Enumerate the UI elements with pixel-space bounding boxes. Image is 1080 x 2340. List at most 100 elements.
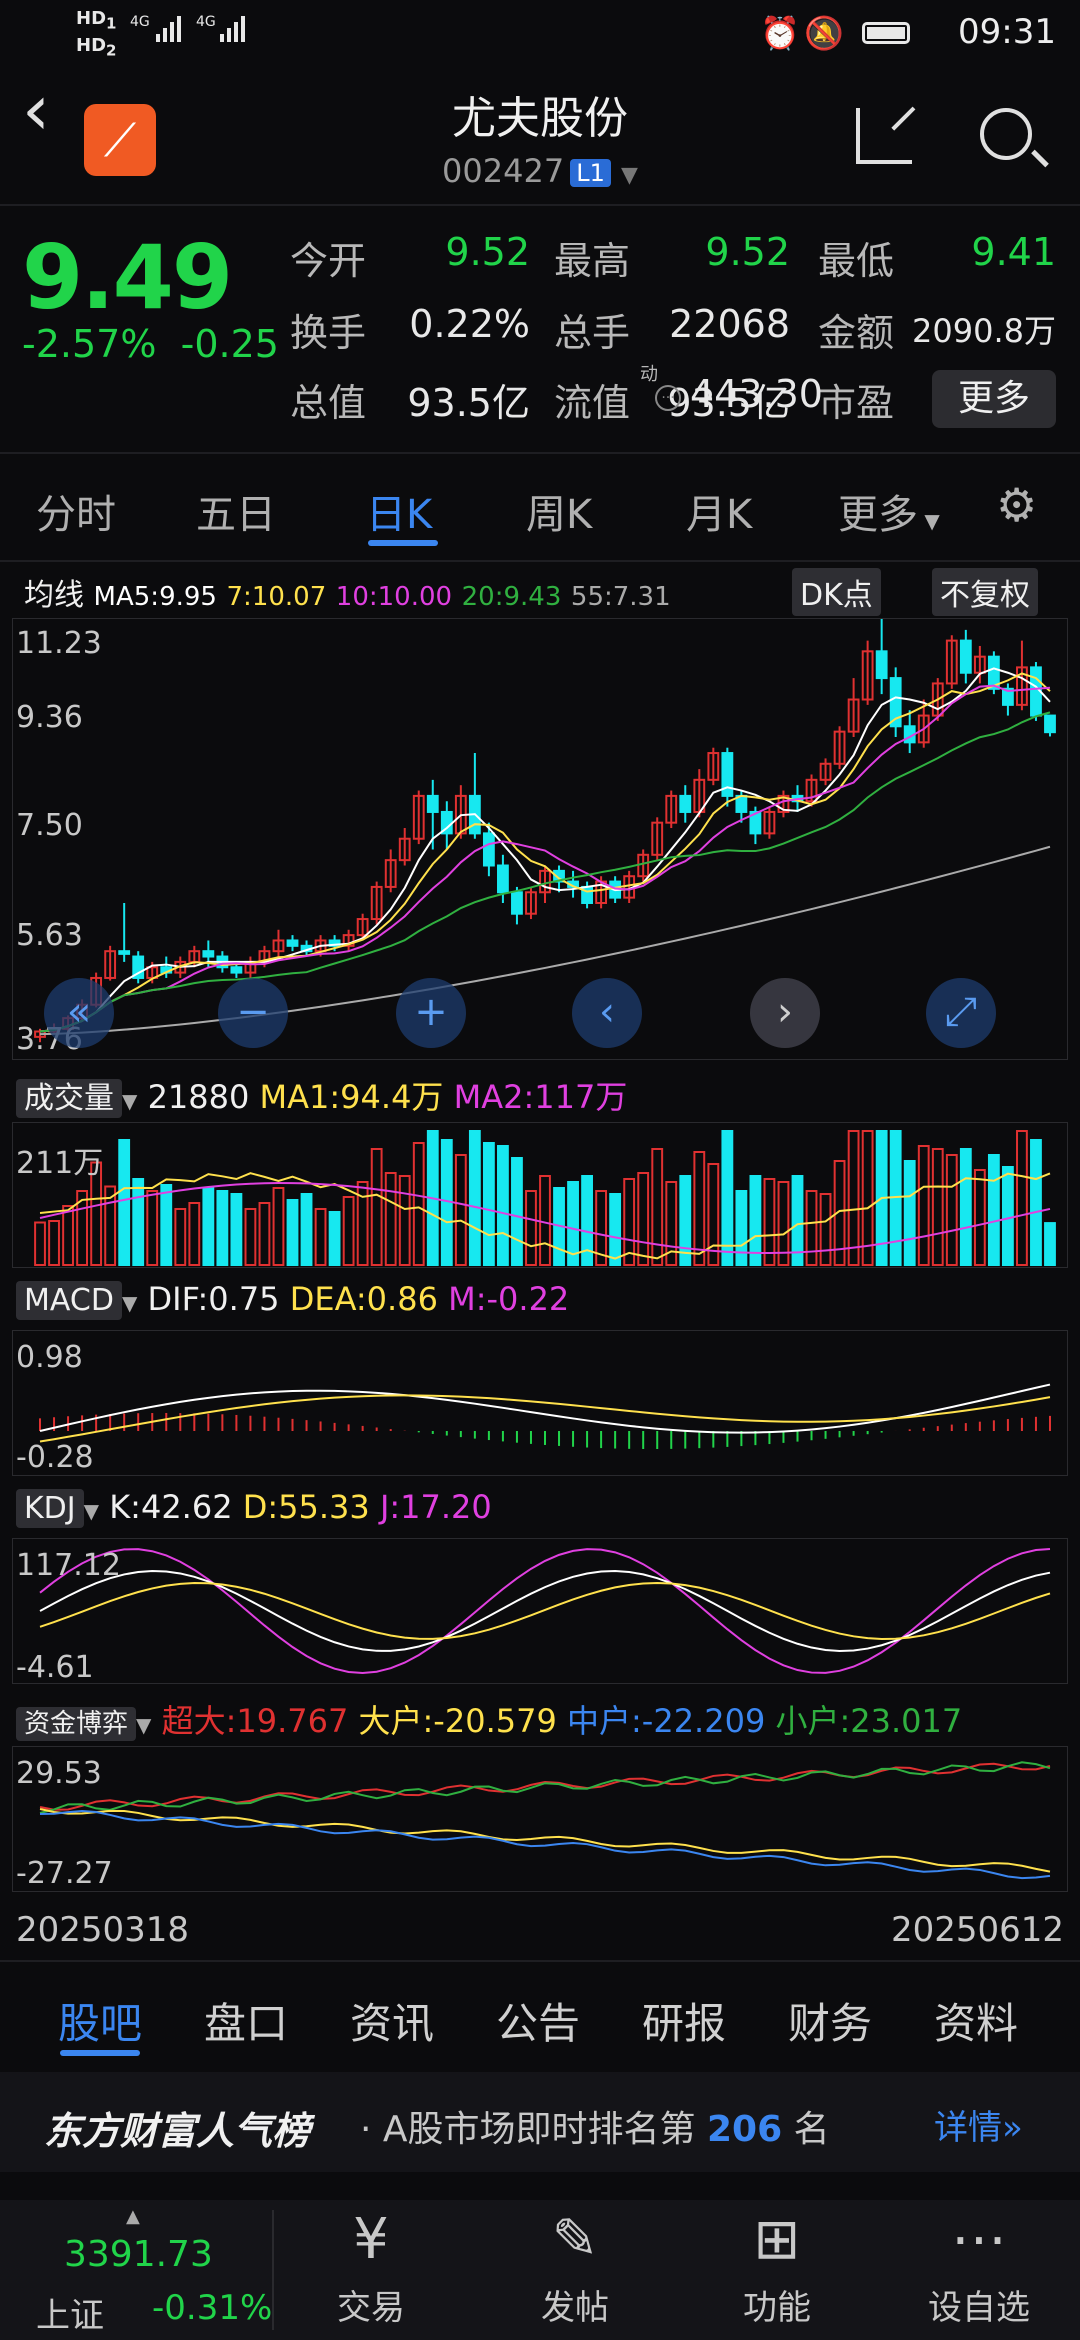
y-tick: 9.36	[16, 700, 83, 735]
expand-icon[interactable]: ⤢	[926, 978, 996, 1048]
tab-finance[interactable]: 财务	[788, 1990, 872, 2051]
y-tick: 117.12	[16, 1548, 121, 1583]
macd-legend[interactable]: MACD ▼ DIF:0.75 DEA:0.86 M:-0.22	[16, 1280, 569, 1320]
adjust-button[interactable]: 不复权	[932, 568, 1038, 616]
tab-daily-k[interactable]: 日K	[366, 482, 432, 540]
volume-bar	[216, 1190, 229, 1266]
sim-indicator: HD1 HD2	[76, 8, 117, 60]
candle	[959, 639, 972, 674]
candle	[679, 794, 692, 813]
tab-weekly-k[interactable]: 周K	[526, 482, 592, 540]
y-tick: 211万	[16, 1146, 104, 1181]
volume-bar	[847, 1130, 860, 1266]
volume-legend[interactable]: 成交量 ▼ 21880 MA1:94.4万 MA2:117万	[16, 1072, 627, 1118]
index-widget[interactable]: ▲ 3391.73 上证 -0.31%	[0, 2200, 272, 2340]
battery-icon	[862, 22, 910, 44]
banner-brand: 东方财富人气榜	[44, 2109, 311, 2153]
double-left-icon[interactable]: «	[44, 978, 114, 1048]
dock-watchlist[interactable]: ⋯ 设自选	[904, 2200, 1054, 2329]
gear-icon[interactable]: ⚙	[996, 478, 1037, 532]
quote-value: 2090.8万	[912, 312, 1056, 350]
quote-value: 9.52	[705, 230, 790, 274]
dock-post[interactable]: ✎ 发帖	[500, 2200, 650, 2329]
volume-bar	[34, 1221, 46, 1266]
volume-bar	[188, 1202, 201, 1266]
volume-tag: 成交量	[16, 1079, 122, 1118]
tab-guba[interactable]: 股吧	[58, 1990, 142, 2051]
quote-value: 93.5亿	[407, 381, 530, 425]
ma-legend[interactable]: 均线 MA5:9.95 7:10.07 10:10.00 20:9.43 55:…	[24, 570, 671, 614]
dif-line	[39, 1383, 1051, 1434]
start-date: 20250318	[16, 1910, 190, 1950]
grid-icon: ⊞	[753, 2207, 801, 2272]
volume-bar	[272, 1187, 285, 1266]
fund-tag: 资金博弈	[16, 1707, 137, 1741]
tab-intraday[interactable]: 分时	[36, 482, 116, 540]
candle	[230, 966, 243, 974]
zoom-in-icon[interactable]: +	[396, 978, 466, 1048]
fund-panel	[12, 1746, 1068, 1892]
volume-bar	[174, 1208, 187, 1266]
volume-bar	[959, 1148, 972, 1266]
candle	[118, 950, 131, 955]
clock: 09:31	[958, 12, 1056, 52]
tab-more[interactable]: 更多 ▼	[838, 482, 940, 540]
popularity-banner[interactable]: 东方财富人气榜 · A股市场即时排名第 206 名 详情»	[0, 2072, 1080, 2172]
volume-bar	[454, 1154, 467, 1266]
tab-notice[interactable]: 公告	[496, 1990, 580, 2051]
pe-dynamic-sup: 动	[640, 364, 658, 385]
edit-icon: ✎	[551, 2207, 599, 2272]
more-circle-icon: ⋯	[951, 2207, 1007, 2272]
quote-value: 9.52	[445, 230, 530, 274]
volume-bar	[917, 1145, 930, 1266]
more-button[interactable]: 更多	[932, 370, 1056, 428]
tab-underline	[368, 540, 438, 546]
volume-bar	[202, 1187, 215, 1266]
dk-point-button[interactable]: DK点	[792, 568, 881, 616]
volume-bar	[539, 1175, 551, 1266]
volume-bar	[1044, 1222, 1056, 1266]
volume-bar	[511, 1157, 523, 1266]
candle	[286, 939, 299, 947]
quote-label: 总手	[554, 311, 631, 355]
tab-news[interactable]: 资讯	[350, 1990, 434, 2051]
volume-bar	[342, 1196, 355, 1266]
kline-panel[interactable]	[12, 618, 1068, 1060]
quote-value: 0.22%	[409, 302, 530, 346]
banner-detail-link[interactable]: 详情»	[934, 2100, 1023, 2149]
tab-monthly-k[interactable]: 月K	[686, 482, 752, 540]
small-line	[39, 1761, 1051, 1814]
candle	[482, 832, 495, 867]
volume-panel	[12, 1122, 1068, 1268]
more-dots-icon[interactable]: ···	[655, 385, 681, 411]
network-1: 4G	[130, 14, 150, 30]
tab-research[interactable]: 研报	[642, 1990, 726, 2051]
zoom-out-icon[interactable]: −	[218, 978, 288, 1048]
volume-bar	[328, 1211, 341, 1266]
j-line	[39, 1548, 1051, 1674]
volume-bar	[1001, 1166, 1014, 1266]
left-arrow-icon[interactable]: ‹	[572, 978, 642, 1048]
dock-trade[interactable]: ¥ 交易	[296, 2200, 446, 2329]
tab-profile[interactable]: 资料	[934, 1990, 1018, 2051]
network-2: 4G	[196, 14, 216, 30]
y-tick: 5.63	[16, 918, 83, 953]
volume-bar	[931, 1148, 944, 1266]
kdj-legend[interactable]: KDJ ▼ K:42.62 D:55.33 J:17.20	[16, 1488, 492, 1528]
index-value: 3391.73	[64, 2234, 213, 2275]
mid-line	[39, 1810, 1051, 1880]
volume-bar	[412, 1142, 425, 1266]
search-icon[interactable]	[980, 108, 1032, 160]
quote-value: 22068	[669, 302, 790, 346]
tab-pankou[interactable]: 盘口	[204, 1990, 288, 2051]
volume-bar	[258, 1202, 271, 1266]
volume-bar	[370, 1148, 383, 1266]
dock-function[interactable]: ⊞ 功能	[702, 2200, 852, 2329]
stock-code[interactable]: 002427 L1 ▼	[0, 152, 1080, 190]
right-arrow-icon[interactable]: ›	[750, 978, 820, 1048]
last-price: 9.49	[22, 226, 233, 329]
fund-legend[interactable]: 资金博弈 ▼ 超大:19.767 大户:-20.579 中户:-22.209 小户…	[16, 1696, 962, 1742]
share-icon[interactable]	[856, 106, 916, 164]
quote-value: 9.41	[971, 230, 1056, 274]
tab-five-day[interactable]: 五日	[196, 482, 276, 540]
